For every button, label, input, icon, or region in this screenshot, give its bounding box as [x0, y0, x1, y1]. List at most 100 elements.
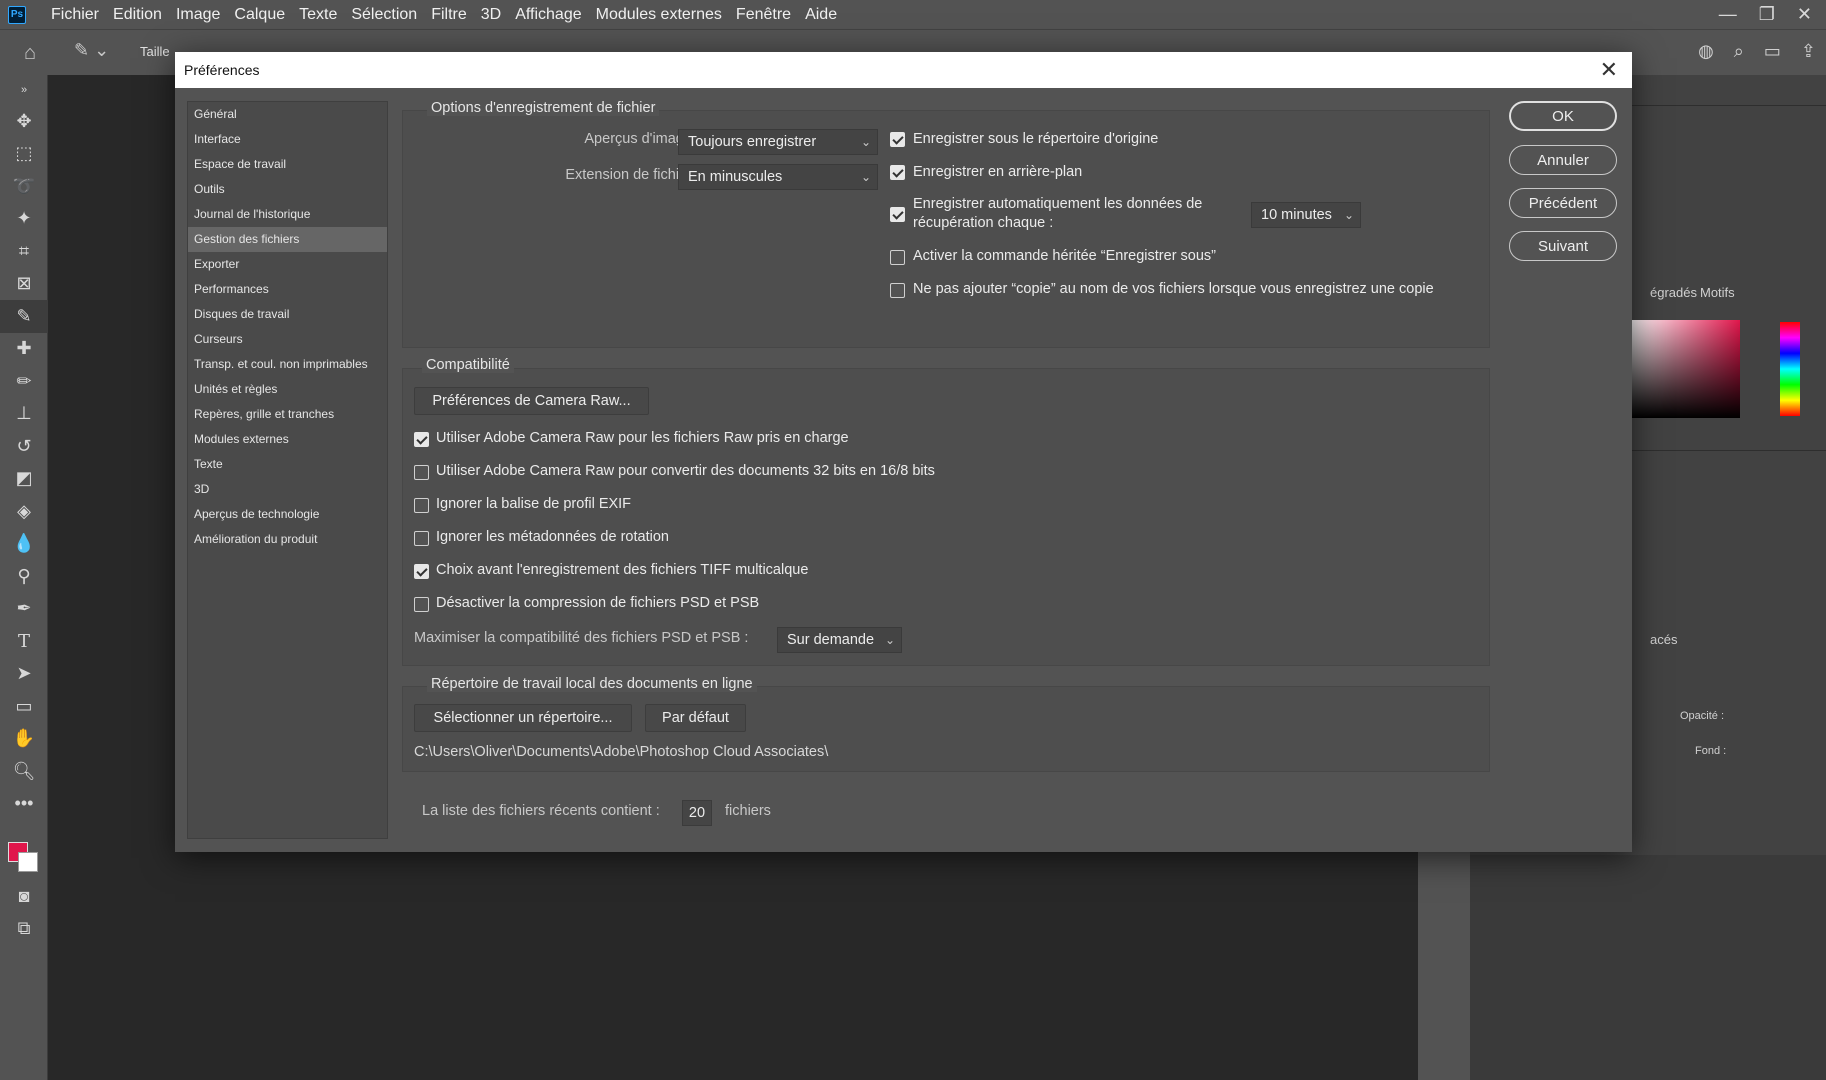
menu-affichage[interactable]: Affichage [508, 6, 588, 24]
nav-item-transparency[interactable]: Transp. et coul. non imprimables [188, 352, 387, 377]
type-tool-icon[interactable]: T [0, 625, 48, 658]
nav-item-scratch-disks[interactable]: Disques de travail [188, 302, 387, 327]
restore-icon[interactable]: ❐ [1759, 4, 1775, 25]
color-picker-field[interactable] [1630, 320, 1740, 418]
dodge-tool-icon[interactable]: ⚲ [0, 560, 48, 593]
menu-fichier[interactable]: Fichier [44, 6, 106, 24]
marquee-tool-icon[interactable]: ⬚ [0, 138, 48, 171]
camera-raw-32bit-checkbox[interactable] [414, 465, 429, 480]
no-copy-checkbox[interactable] [890, 283, 905, 298]
nav-item-interface[interactable]: Interface [188, 127, 387, 152]
nav-item-file-handling[interactable]: Gestion des fichiers [188, 227, 387, 252]
search-icon[interactable]: ⌕ [1734, 41, 1744, 62]
screen-mode-icon[interactable]: ⧉ [0, 913, 48, 946]
menu-edition[interactable]: Edition [106, 6, 169, 24]
rectangle-tool-icon[interactable]: ▭ [0, 690, 48, 723]
close-window-icon[interactable]: ✕ [1797, 4, 1812, 25]
camera-raw-supported-checkbox[interactable] [414, 432, 429, 447]
nav-item-product-improvement[interactable]: Amélioration du produit [188, 527, 387, 552]
path-selection-tool-icon[interactable]: ➤ [0, 658, 48, 691]
menu-aide[interactable]: Aide [798, 6, 844, 24]
menu-fenetre[interactable]: Fenêtre [729, 6, 798, 24]
nav-item-general[interactable]: Général [188, 102, 387, 127]
next-button[interactable]: Suivant [1509, 231, 1617, 261]
recent-files-count-input[interactable]: 20 [682, 800, 712, 826]
tab-gradients[interactable]: égradés [1650, 285, 1697, 300]
nav-item-export[interactable]: Exporter [188, 252, 387, 277]
menu-filtre[interactable]: Filtre [424, 6, 474, 24]
healing-brush-tool-icon[interactable]: ✚ [0, 333, 48, 366]
expand-icon[interactable]: » [0, 75, 48, 105]
menu-3d[interactable]: 3D [474, 6, 508, 24]
zoom-tool-icon[interactable]: 🔍︎ [0, 755, 48, 788]
magic-wand-tool-icon[interactable]: ✦ [0, 203, 48, 236]
menu-modules-externes[interactable]: Modules externes [589, 6, 729, 24]
autosave-interval-select[interactable]: 10 minutes ⌄ [1251, 202, 1361, 228]
nav-item-cursors[interactable]: Curseurs [188, 327, 387, 352]
tab-patterns[interactable]: Motifs [1700, 285, 1735, 300]
ok-button[interactable]: OK [1509, 101, 1617, 131]
autosave-label-line2: récupération chaque : [913, 215, 1054, 231]
stamp-tool-icon[interactable]: ⊥ [0, 398, 48, 431]
home-icon[interactable]: ⌂ [24, 42, 36, 65]
nav-item-units-rulers[interactable]: Unités et règles [188, 377, 387, 402]
nav-item-3d[interactable]: 3D [188, 477, 387, 502]
no-copy-label: Ne pas ajouter “copie” au nom de vos fic… [913, 281, 1434, 297]
more-tools-icon[interactable]: ••• [0, 788, 48, 821]
blur-tool-icon[interactable]: 💧 [0, 528, 48, 561]
ignore-exif-checkbox[interactable] [414, 498, 429, 513]
tab-layers[interactable]: acés [1650, 632, 1677, 647]
extension-select[interactable]: En minuscules ⌄ [678, 164, 878, 190]
nav-item-plugins[interactable]: Modules externes [188, 427, 387, 452]
workspace-icon[interactable]: ▭ [1764, 41, 1781, 62]
optbar-right-icons: ◍ ⌕ ▭ ⇪ [1698, 41, 1816, 62]
close-icon[interactable]: ✕ [1600, 57, 1618, 83]
eyedropper-tool-icon[interactable]: ✎ [0, 300, 48, 333]
history-brush-tool-icon[interactable]: ↺ [0, 430, 48, 463]
eyedropper-tool-icon[interactable]: ✎ ⌄ [74, 40, 109, 61]
ignore-rotation-checkbox[interactable] [414, 531, 429, 546]
legacy-save-as-checkbox[interactable] [890, 250, 905, 265]
chevron-down-icon: ⌄ [860, 135, 871, 149]
menu-texte[interactable]: Texte [292, 6, 344, 24]
nav-item-type[interactable]: Texte [188, 452, 387, 477]
nav-item-guides-grid[interactable]: Repères, grille et tranches [188, 402, 387, 427]
hue-slider[interactable] [1780, 322, 1800, 416]
paint-bucket-tool-icon[interactable]: ◈ [0, 495, 48, 528]
maximize-compatibility-select[interactable]: Sur demande ⌄ [777, 627, 902, 653]
camera-raw-preferences-button[interactable]: Préférences de Camera Raw... [414, 387, 649, 415]
brush-tool-icon[interactable]: ✏ [0, 365, 48, 398]
autosave-checkbox[interactable] [890, 207, 905, 222]
crop-tool-icon[interactable]: ⌗ [0, 235, 48, 268]
move-tool-icon[interactable]: ✥ [0, 105, 48, 138]
default-directory-button[interactable]: Par défaut [645, 704, 746, 732]
user-icon[interactable]: ◍ [1698, 41, 1714, 62]
background-color-swatch[interactable] [18, 852, 38, 872]
nav-item-workspace[interactable]: Espace de travail [188, 152, 387, 177]
tiff-layers-checkbox[interactable] [414, 564, 429, 579]
nav-item-tools[interactable]: Outils [188, 177, 387, 202]
previous-button[interactable]: Précédent [1509, 188, 1617, 218]
hand-tool-icon[interactable]: ✋ [0, 723, 48, 756]
cancel-button[interactable]: Annuler [1509, 145, 1617, 175]
previews-select[interactable]: Toujours enregistrer ⌄ [678, 129, 878, 155]
menu-image[interactable]: Image [169, 6, 227, 24]
eraser-tool-icon[interactable]: ◩ [0, 463, 48, 496]
save-background-checkbox[interactable] [890, 165, 905, 180]
minimize-icon[interactable]: — [1719, 4, 1737, 25]
menu-selection[interactable]: Sélection [344, 6, 424, 24]
nav-item-history-log[interactable]: Journal de l'historique [188, 202, 387, 227]
preferences-nav: Général Interface Espace de travail Outi… [187, 101, 388, 839]
nav-item-performance[interactable]: Performances [188, 277, 387, 302]
menu-calque[interactable]: Calque [227, 6, 292, 24]
nav-item-technology-previews[interactable]: Aperçus de technologie [188, 502, 387, 527]
quick-mask-icon[interactable]: ◙ [0, 880, 48, 913]
recent-files-label: La liste des fichiers récents contient : [422, 803, 660, 819]
pen-tool-icon[interactable]: ✒ [0, 593, 48, 626]
share-icon[interactable]: ⇪ [1801, 41, 1816, 62]
select-directory-button[interactable]: Sélectionner un répertoire... [414, 704, 632, 732]
disable-psd-compression-checkbox[interactable] [414, 597, 429, 612]
save-in-original-checkbox[interactable] [890, 132, 905, 147]
lasso-tool-icon[interactable]: ➰ [0, 170, 48, 203]
frame-tool-icon[interactable]: ⊠ [0, 268, 48, 301]
